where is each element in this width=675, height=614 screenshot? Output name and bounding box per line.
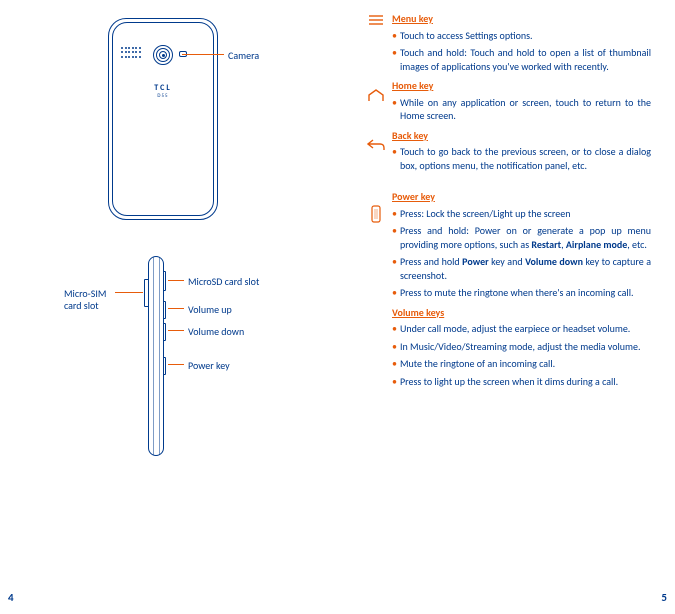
label-voldown: Volume down: [188, 325, 244, 338]
bullet: Mute the ringtone of an incoming call.: [392, 357, 651, 371]
volume-title: Volume keys: [392, 306, 651, 320]
bullet: Press: Lock the screen/Light up the scre…: [392, 207, 651, 221]
bullet: Touch to go back to the previous screen,…: [392, 145, 651, 172]
brand-label: TCL: [109, 83, 217, 93]
leader-line: [182, 54, 224, 55]
volume-down-icon: [163, 323, 166, 341]
label-microsd: MicroSD card slot: [188, 275, 259, 288]
home-bullets: While on any application or screen, touc…: [392, 96, 651, 123]
microsd-slot-icon: [163, 271, 166, 291]
menu-bullets: Touch to access Settings options. Touch …: [392, 29, 651, 74]
power-title: Power key: [392, 190, 651, 204]
phone-side-diagram: [148, 256, 164, 456]
bullet: Press to mute the ringtone when there's …: [392, 286, 651, 300]
power-key-icon: [163, 357, 166, 375]
leader-line: [168, 364, 184, 365]
volume-up-icon: [163, 301, 166, 319]
leader-line: [168, 308, 184, 309]
bullet: Press and hold Power key and Volume down…: [392, 255, 651, 282]
page-number-left: 4: [8, 591, 14, 604]
right-content: Menu key Touch to access Settings option…: [392, 12, 651, 394]
power-key-icon: [371, 205, 381, 223]
home-title: Home key: [392, 79, 651, 93]
back-key-icon: [367, 138, 385, 152]
bullet: While on any application or screen, touc…: [392, 96, 651, 123]
leader-line: [168, 280, 184, 281]
menu-title: Menu key: [392, 12, 651, 26]
page-number-right: 5: [661, 591, 667, 604]
microsim-slot-icon: [144, 279, 149, 307]
label-microsim-2: card slot: [64, 299, 99, 312]
label-powerkey: Power key: [188, 359, 230, 372]
bullet: Under call mode, adjust the earpiece or …: [392, 322, 651, 336]
label-volup: Volume up: [188, 303, 232, 316]
speaker-grid-icon: [121, 47, 141, 59]
model-label: D55: [109, 93, 217, 99]
label-camera: Camera: [228, 49, 259, 62]
leader-line: [115, 292, 143, 293]
page-right: Menu key Touch to access Settings option…: [337, 0, 675, 614]
back-bullets: Touch to go back to the previous screen,…: [392, 145, 651, 172]
home-key-icon: [367, 89, 385, 103]
menu-key-icon: [367, 14, 385, 26]
page-left: TCL D55 Camera MicroSD card slot Micro-S…: [0, 0, 337, 614]
bullet: Touch to access Settings options.: [392, 29, 651, 43]
bullet: Touch and hold: Touch and hold to open a…: [392, 46, 651, 73]
leader-line: [168, 330, 184, 331]
volume-bullets: Under call mode, adjust the earpiece or …: [392, 322, 651, 388]
power-bullets: Press: Lock the screen/Light up the scre…: [392, 207, 651, 300]
bullet: Press and hold: Power on or generate a p…: [392, 224, 651, 251]
bullet: Press to light up the screen when it dim…: [392, 375, 651, 389]
phone-back-diagram: TCL D55: [108, 18, 218, 220]
back-title: Back key: [392, 129, 651, 143]
bullet: In Music/Video/Streaming mode, adjust th…: [392, 340, 651, 354]
